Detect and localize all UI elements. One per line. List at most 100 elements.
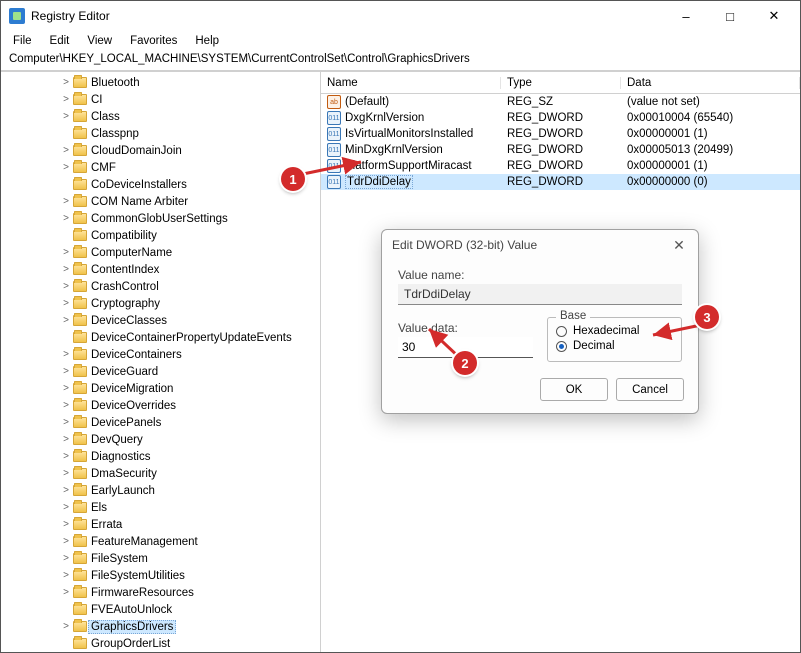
chevron-right-icon[interactable]: > <box>61 570 71 581</box>
value-type: REG_SZ <box>501 96 621 108</box>
col-type[interactable]: Type <box>501 77 621 89</box>
tree-item[interactable]: Classpnp <box>5 125 320 142</box>
tree-item[interactable]: >COM Name Arbiter <box>5 193 320 210</box>
chevron-right-icon[interactable]: > <box>61 519 71 530</box>
tree-item[interactable]: >DeviceOverrides <box>5 397 320 414</box>
tree-item[interactable]: >Class <box>5 108 320 125</box>
tree-item[interactable]: DeviceContainerPropertyUpdateEvents <box>5 329 320 346</box>
tree-item[interactable]: >FileSystem <box>5 550 320 567</box>
chevron-right-icon[interactable]: > <box>61 298 71 309</box>
menu-edit[interactable]: Edit <box>42 34 78 48</box>
tree-item[interactable]: >FirmwareResources <box>5 584 320 601</box>
col-name[interactable]: Name <box>321 77 501 89</box>
window-title: Registry Editor <box>31 9 664 23</box>
chevron-right-icon[interactable]: > <box>61 213 71 224</box>
dialog-close-button[interactable]: ✕ <box>670 236 688 254</box>
value-data: (value not set) <box>621 96 800 108</box>
chevron-right-icon[interactable]: > <box>61 417 71 428</box>
chevron-right-icon[interactable]: > <box>61 349 71 360</box>
tree-item[interactable]: >CI <box>5 91 320 108</box>
menu-view[interactable]: View <box>79 34 120 48</box>
tree-item[interactable]: >DeviceMigration <box>5 380 320 397</box>
folder-icon <box>73 485 87 496</box>
tree-item[interactable]: > CloudDomainJoin <box>5 142 320 159</box>
chevron-right-icon[interactable]: > <box>61 400 71 411</box>
tree-item[interactable]: CoDeviceInstallers <box>5 176 320 193</box>
chevron-right-icon[interactable]: > <box>61 451 71 462</box>
chevron-right-icon[interactable]: > <box>61 587 71 598</box>
value-row[interactable]: 011MinDxgKrnlVersionREG_DWORD0x00005013 … <box>321 142 800 158</box>
value-icon: 011 <box>327 143 341 157</box>
chevron-right-icon[interactable]: > <box>61 281 71 292</box>
chevron-right-icon[interactable]: > <box>61 111 71 122</box>
value-row[interactable]: 011TdrDdiDelayREG_DWORD0x00000000 (0) <box>321 174 800 190</box>
tree-item-label: CloudDomainJoin <box>91 145 182 157</box>
chevron-right-icon[interactable]: > <box>61 162 71 173</box>
tree-item-label: DeviceGuard <box>91 366 158 378</box>
annotation-badge-1: 1 <box>281 167 305 191</box>
column-headers: Name Type Data <box>321 72 800 94</box>
chevron-right-icon[interactable]: > <box>61 94 71 105</box>
chevron-right-icon[interactable]: > <box>61 553 71 564</box>
tree-item[interactable]: >GraphicsDrivers <box>5 618 320 635</box>
tree-item[interactable]: >FileSystemUtilities <box>5 567 320 584</box>
chevron-right-icon[interactable]: > <box>61 434 71 445</box>
tree-item[interactable]: >Bluetooth <box>5 74 320 91</box>
tree-item[interactable]: >FeatureManagement <box>5 533 320 550</box>
chevron-right-icon[interactable]: > <box>61 502 71 513</box>
menu-help[interactable]: Help <box>187 34 227 48</box>
folder-icon <box>73 519 87 530</box>
chevron-right-icon[interactable]: > <box>61 366 71 377</box>
tree-item[interactable]: > DeviceGuard <box>5 363 320 380</box>
chevron-right-icon[interactable]: > <box>61 485 71 496</box>
chevron-right-icon[interactable]: > <box>61 621 71 632</box>
chevron-right-icon[interactable]: > <box>61 77 71 88</box>
radio-decimal[interactable]: Decimal <box>556 340 673 352</box>
chevron-right-icon[interactable]: > <box>61 315 71 326</box>
chevron-right-icon[interactable]: > <box>61 264 71 275</box>
tree-item[interactable]: >ComputerName <box>5 244 320 261</box>
tree-item[interactable]: >Errata <box>5 516 320 533</box>
value-row[interactable]: ab(Default)REG_SZ(value not set) <box>321 94 800 110</box>
chevron-right-icon[interactable]: > <box>61 145 71 156</box>
dialog-body: Value name: TdrDdiDelay Value data: Base… <box>382 260 698 370</box>
folder-icon <box>73 77 87 88</box>
tree-item-label: FVEAutoUnlock <box>91 604 172 616</box>
address-bar[interactable]: Computer\HKEY_LOCAL_MACHINE\SYSTEM\Curre… <box>1 51 800 71</box>
menu-file[interactable]: File <box>5 34 40 48</box>
tree-pane[interactable]: >Bluetooth>CI>ClassClasspnp > CloudDomainJ… <box>1 72 321 652</box>
chevron-right-icon[interactable]: > <box>61 468 71 479</box>
tree-item[interactable]: >CrashControl <box>5 278 320 295</box>
tree-item[interactable]: >EarlyLaunch <box>5 482 320 499</box>
tree-item[interactable]: FVEAutoUnlock <box>5 601 320 618</box>
radio-hexadecimal[interactable]: Hexadecimal <box>556 325 673 337</box>
tree-item[interactable]: >Cryptography <box>5 295 320 312</box>
minimize-button[interactable]: – <box>664 2 708 30</box>
value-row[interactable]: 011DxgKrnlVersionREG_DWORD0x00010004 (65… <box>321 110 800 126</box>
tree-item[interactable]: >DevicePanels <box>5 414 320 431</box>
tree-item[interactable]: >DmaSecurity <box>5 465 320 482</box>
value-row[interactable]: 011IsVirtualMonitorsInstalledREG_DWORD0x… <box>321 126 800 142</box>
menu-favorites[interactable]: Favorites <box>122 34 185 48</box>
col-data[interactable]: Data <box>621 77 800 89</box>
tree-item[interactable]: >CommonGlobUserSettings <box>5 210 320 227</box>
value-row[interactable]: 011PlatformSupportMiracastREG_DWORD0x000… <box>321 158 800 174</box>
chevron-right-icon[interactable]: > <box>61 383 71 394</box>
tree-item[interactable]: GroupOrderList <box>5 635 320 652</box>
tree-item[interactable]: >CMF <box>5 159 320 176</box>
chevron-right-icon[interactable]: > <box>61 196 71 207</box>
tree-item[interactable]: >DeviceClasses <box>5 312 320 329</box>
tree-item[interactable]: >Els <box>5 499 320 516</box>
maximize-button[interactable]: □ <box>708 2 752 30</box>
tree-item[interactable]: >DevQuery <box>5 431 320 448</box>
tree-item[interactable]: >Diagnostics <box>5 448 320 465</box>
chevron-right-icon[interactable]: > <box>61 536 71 547</box>
tree-item[interactable]: >ContentIndex <box>5 261 320 278</box>
tree-item[interactable]: >DeviceContainers <box>5 346 320 363</box>
chevron-right-icon[interactable]: > <box>61 247 71 258</box>
close-button[interactable]: ✕ <box>752 2 796 30</box>
tree-item[interactable]: Compatibility <box>5 227 320 244</box>
value-icon: 011 <box>327 111 341 125</box>
cancel-button[interactable]: Cancel <box>616 378 684 401</box>
ok-button[interactable]: OK <box>540 378 608 401</box>
